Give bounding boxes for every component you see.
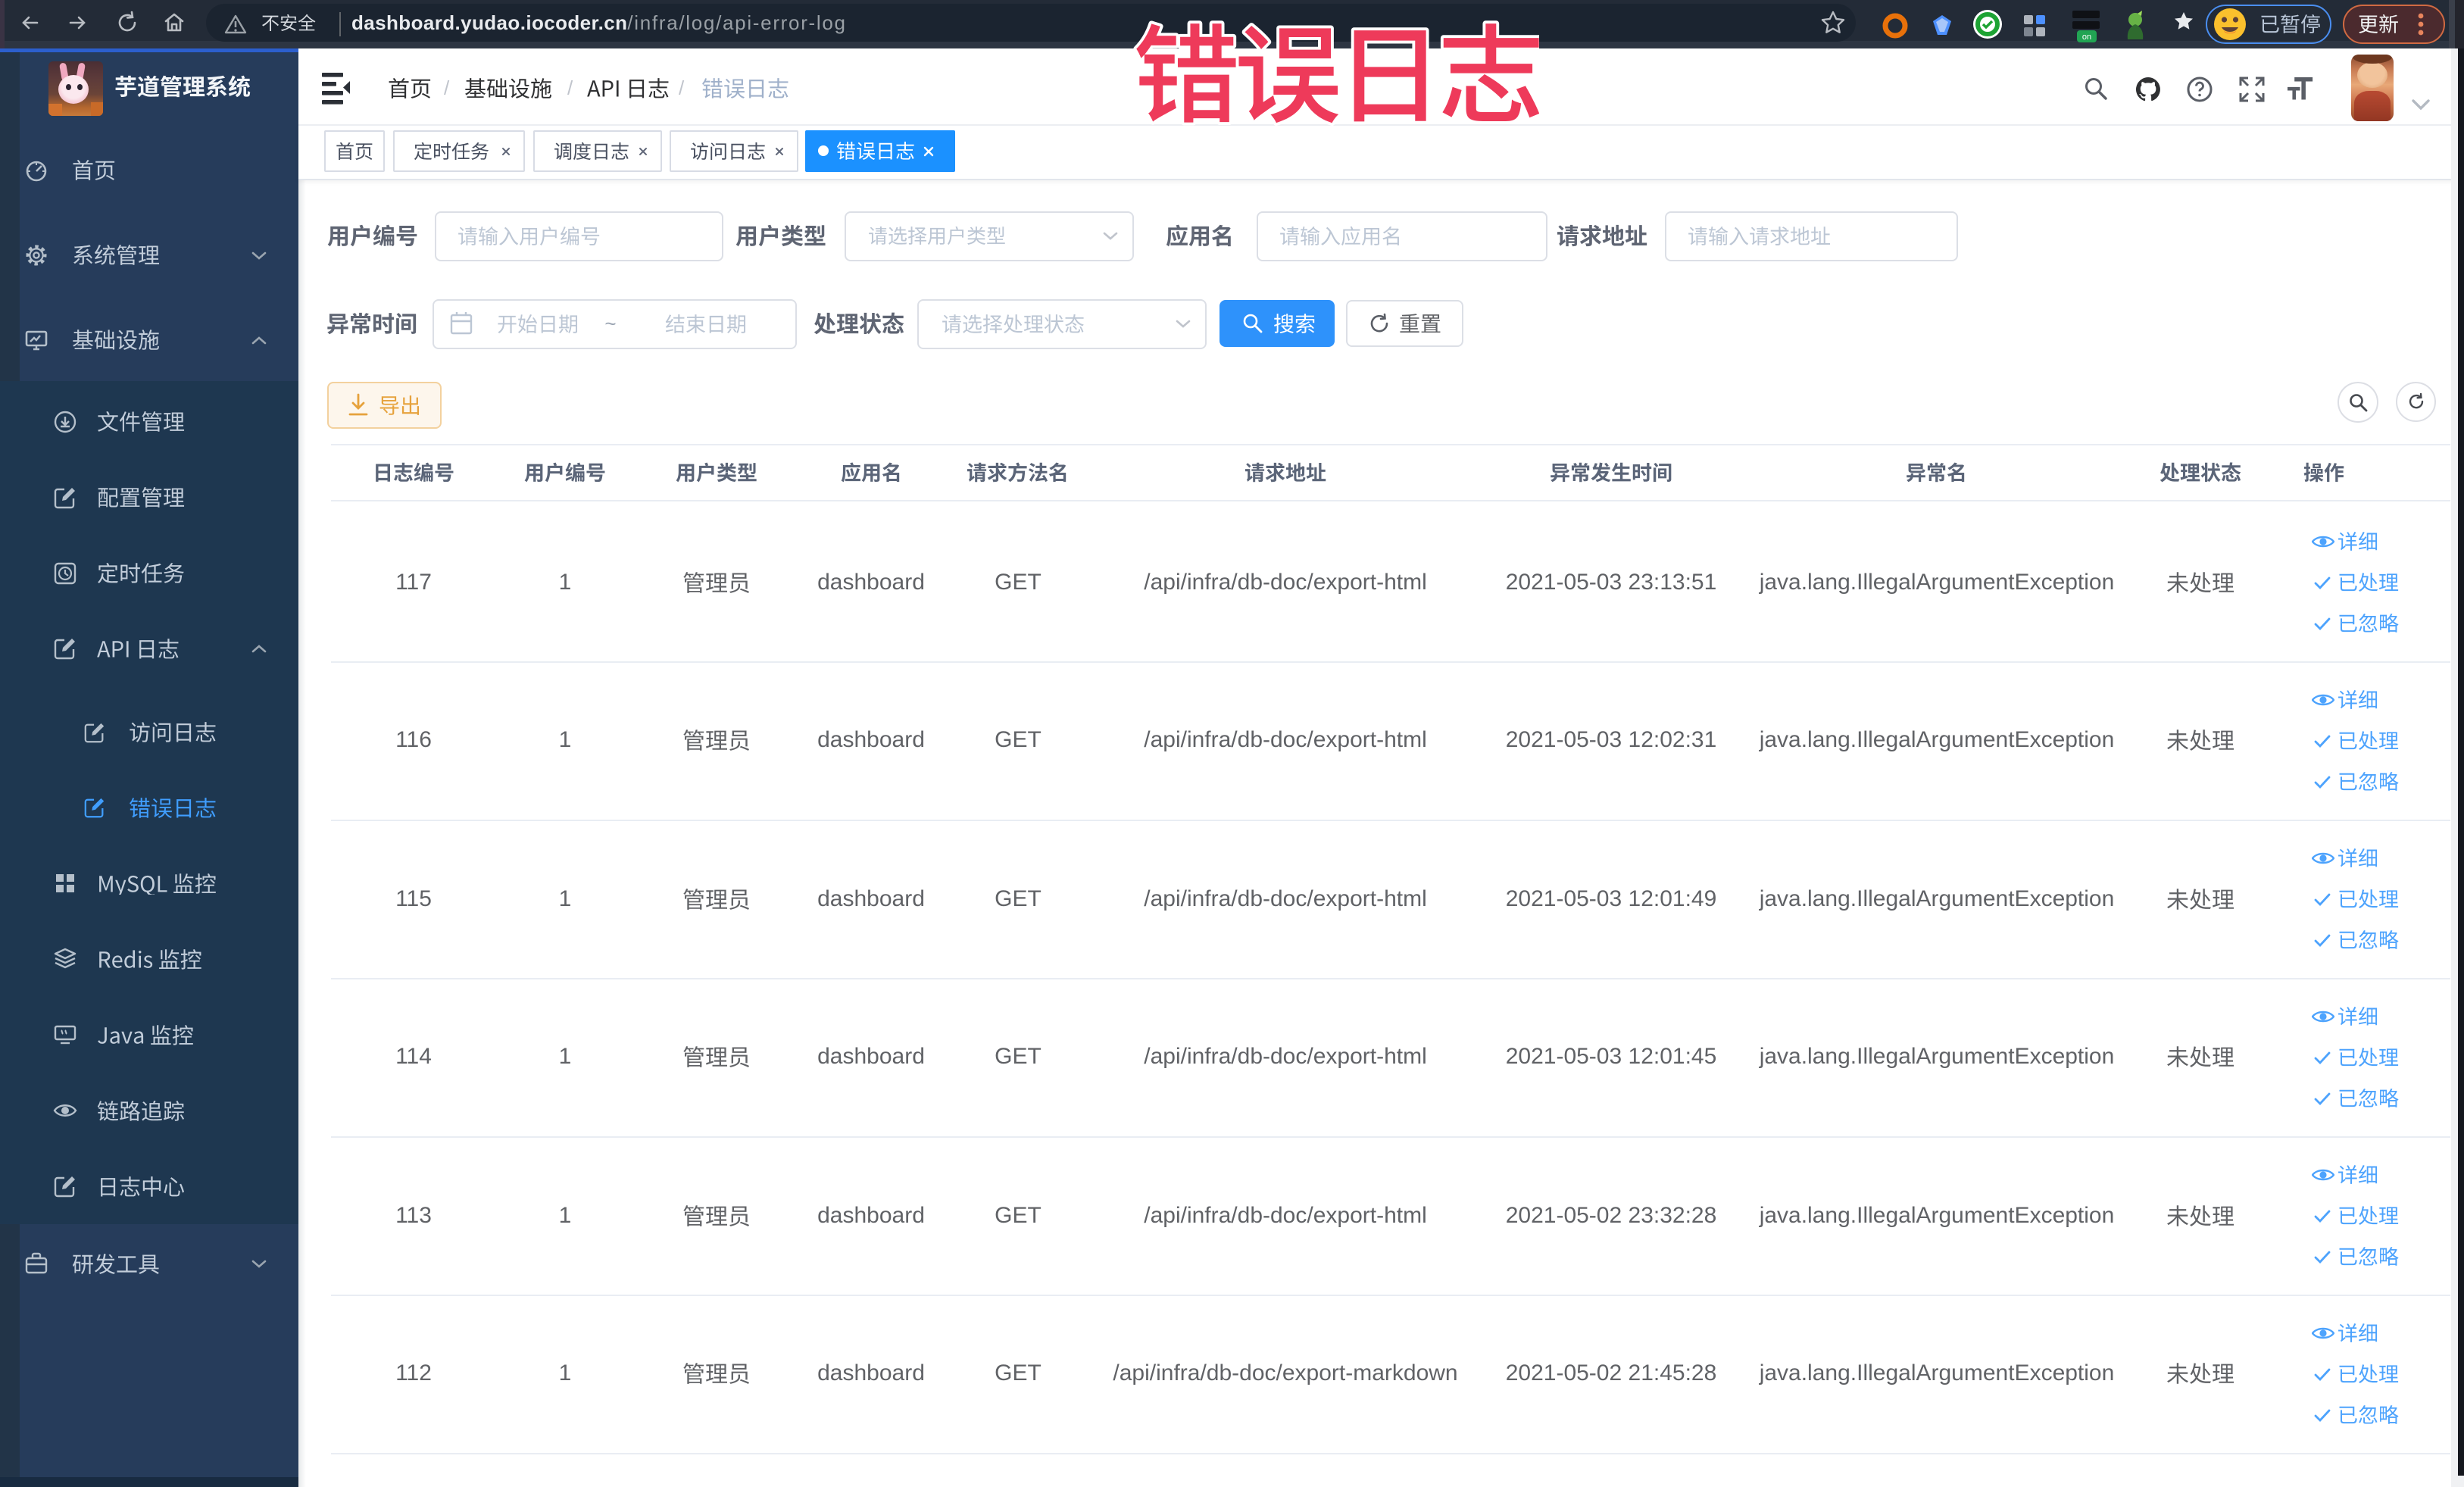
svg-text:on: on xyxy=(2082,33,2091,42)
